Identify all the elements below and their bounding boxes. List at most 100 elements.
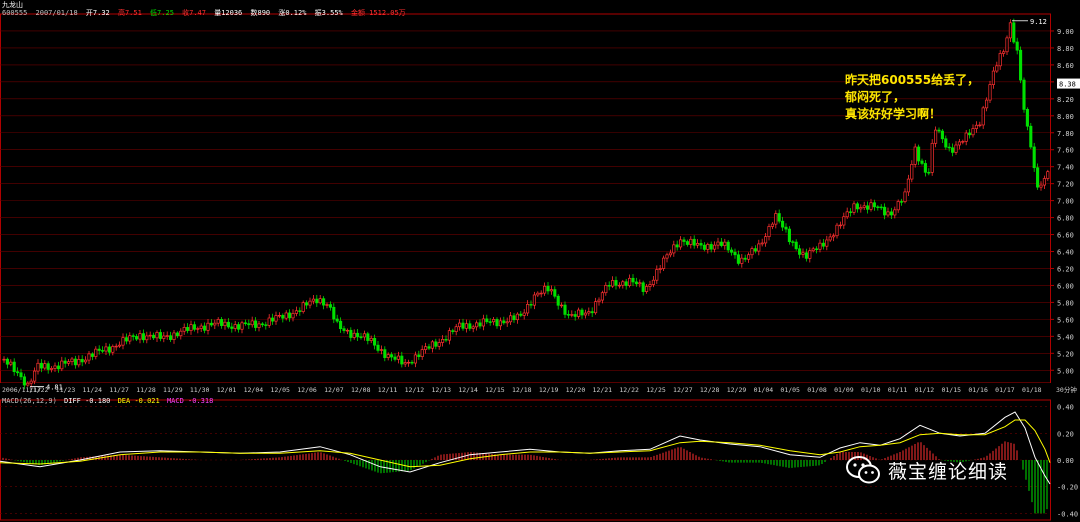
candle-body xyxy=(981,107,985,126)
candle-body xyxy=(80,359,84,363)
candle-body xyxy=(179,330,183,337)
candle-body xyxy=(648,284,652,287)
candle-body xyxy=(233,324,237,329)
candle-body xyxy=(617,284,621,287)
candle-body xyxy=(281,314,285,319)
candle-body xyxy=(903,191,907,202)
candle-body xyxy=(73,358,77,366)
candle-body xyxy=(546,285,550,292)
macd-params: MACD(26,12,9) xyxy=(2,397,57,405)
price-tick-label: 7.60 xyxy=(1057,147,1074,155)
candle-body xyxy=(291,313,295,319)
price-tick-label: 8.00 xyxy=(1057,113,1074,121)
candle-body xyxy=(386,354,390,358)
date-tick-label: 11/22 xyxy=(29,386,49,394)
candle-body xyxy=(747,254,751,260)
candle-body xyxy=(726,241,730,251)
candle-body xyxy=(94,348,98,357)
candle-body xyxy=(866,205,870,210)
candle-body xyxy=(665,254,669,259)
candle-body xyxy=(427,346,431,349)
candle-body xyxy=(22,376,26,386)
candle-body xyxy=(128,335,132,342)
date-tick-label: 11/28 xyxy=(136,386,156,394)
stock-name: 九龙山 xyxy=(2,1,23,9)
candle-body xyxy=(318,298,322,304)
candle-body xyxy=(1025,109,1029,127)
date-tick-label: 12/04 xyxy=(244,386,264,394)
candle-body xyxy=(961,141,965,143)
candle-body xyxy=(101,350,105,352)
candle-body xyxy=(590,311,594,314)
candle-body xyxy=(1002,51,1006,54)
candle-body xyxy=(50,368,54,370)
stock-code: 600555 xyxy=(2,9,28,17)
candle-body xyxy=(842,216,846,226)
macd-tick-label: -0.20 xyxy=(1057,484,1078,492)
date-tick-label: 12/05 xyxy=(270,386,290,394)
candle-body xyxy=(492,319,496,323)
candle-body xyxy=(410,361,414,364)
candle-body xyxy=(570,314,574,316)
candle-body xyxy=(968,132,972,136)
candle-body xyxy=(706,244,710,250)
candle-body xyxy=(294,310,298,314)
candle-body xyxy=(600,292,604,301)
candle-body xyxy=(893,209,897,216)
date-tick-label: 11/24 xyxy=(83,386,103,394)
candle-body xyxy=(580,309,584,316)
candle-body xyxy=(594,301,598,314)
price-tick-label: 5.00 xyxy=(1057,367,1074,375)
date-tick-label: 01/09 xyxy=(834,386,854,394)
date-tick-label: 12/15 xyxy=(485,386,505,394)
candle-body xyxy=(723,241,727,246)
candle-body xyxy=(420,349,424,357)
candle-body xyxy=(335,318,339,322)
candle-body xyxy=(692,238,696,246)
candle-body xyxy=(379,349,383,351)
date-tick-label: 01/15 xyxy=(941,386,961,394)
date-tick-label: 01/05 xyxy=(780,386,800,394)
candle-body xyxy=(910,163,914,180)
date-tick-label: 01/16 xyxy=(968,386,988,394)
candle-body xyxy=(308,300,312,306)
candle-body xyxy=(862,205,866,208)
date-tick-label: 12/18 xyxy=(512,386,532,394)
candle-body xyxy=(97,348,101,351)
candle-body xyxy=(390,354,394,358)
candle-body xyxy=(1019,49,1023,81)
candle-body xyxy=(556,295,560,306)
candle-body xyxy=(719,241,723,246)
candle-body xyxy=(845,211,849,218)
candle-body xyxy=(162,335,166,339)
candle-body xyxy=(553,289,557,297)
candle-body xyxy=(515,313,519,321)
candle-body xyxy=(186,327,190,331)
candle-body xyxy=(274,315,278,322)
candle-body xyxy=(451,330,455,332)
annotation-note: 昨天把600555给丢了， 郁闷死了， 真该好好学习啊！ xyxy=(845,72,979,123)
candle-body xyxy=(509,315,513,323)
candle-body xyxy=(750,248,754,256)
candle-body xyxy=(566,314,570,316)
candle-body xyxy=(315,298,319,304)
candle-body xyxy=(118,344,122,347)
date-tick-label: 01/11 xyxy=(888,386,908,394)
candle-body xyxy=(342,328,346,331)
candle-body xyxy=(223,321,227,326)
candle-body xyxy=(883,206,887,216)
candle-body xyxy=(468,323,472,329)
macd-tick-label: 0.00 xyxy=(1057,457,1074,465)
candle-body xyxy=(923,163,927,173)
candle-body xyxy=(760,242,764,245)
candle-body xyxy=(311,298,315,302)
candle-body xyxy=(876,206,880,208)
candle-body xyxy=(145,335,149,341)
candle-body xyxy=(175,332,179,337)
candle-body xyxy=(852,203,856,213)
candle-body xyxy=(356,332,360,338)
candle-body xyxy=(801,252,805,255)
candle-body xyxy=(808,250,812,259)
candle-body xyxy=(764,236,768,244)
price-tick-label: 9.00 xyxy=(1057,28,1074,36)
